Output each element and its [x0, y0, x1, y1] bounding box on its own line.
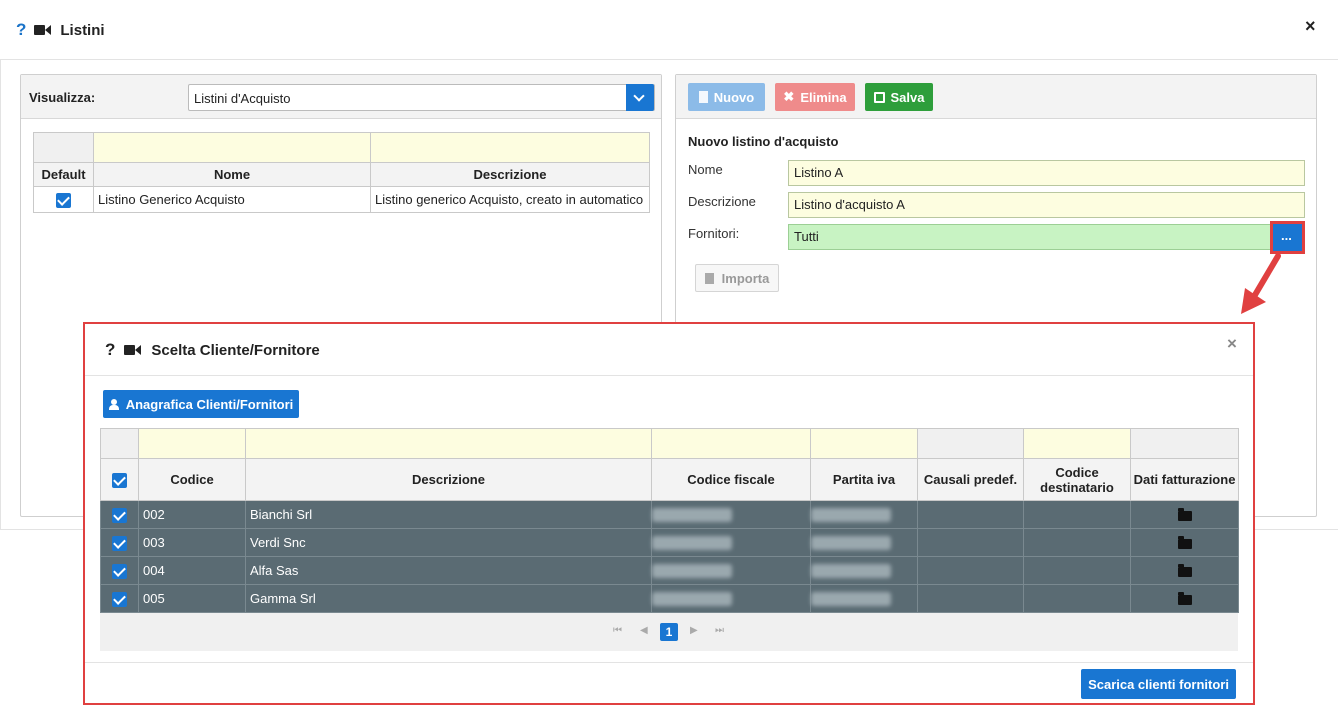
- importa-label: Importa: [721, 270, 770, 286]
- anagrafica-label: Anagrafica Clienti/Fornitori: [125, 396, 294, 412]
- redacted-value: [652, 536, 732, 551]
- video-icon[interactable]: [124, 344, 142, 356]
- modal-title: Scelta Cliente/Fornitore: [151, 341, 320, 359]
- salva-label: Salva: [890, 89, 925, 105]
- section-title: Nuovo listino d'acquisto: [688, 134, 839, 149]
- toolbar: Nuovo ✖ Elimina Salva: [676, 75, 1316, 119]
- col-descrizione[interactable]: Descrizione: [370, 162, 650, 187]
- select-all-checkbox[interactable]: [112, 472, 127, 488]
- table-row[interactable]: 002 Bianchi Srl: [100, 500, 1239, 529]
- col-partita-iva[interactable]: Partita iva: [810, 458, 918, 501]
- browse-label: ...: [1281, 228, 1292, 243]
- help-icon[interactable]: ?: [105, 340, 115, 360]
- scelta-modal: ? Scelta Cliente/Fornitore × Anagrafica …: [83, 322, 1255, 705]
- row-descrizione: Listino generico Acquisto, creato in aut…: [370, 186, 650, 213]
- redacted-value: [652, 564, 732, 579]
- fornitori-field[interactable]: Tutti: [788, 224, 1272, 250]
- salva-button[interactable]: Salva: [865, 83, 933, 111]
- importa-button[interactable]: Importa: [695, 264, 779, 292]
- nuovo-button[interactable]: Nuovo: [688, 83, 765, 111]
- modal-titlebar: ? Scelta Cliente/Fornitore ×: [85, 324, 1253, 376]
- fornitori-table: Codice Descrizione Codice fiscale Partit…: [100, 428, 1239, 613]
- col-nome[interactable]: Nome: [93, 162, 371, 187]
- file-icon: [698, 91, 708, 103]
- folder-icon[interactable]: [1177, 591, 1192, 605]
- table-row[interactable]: 004 Alfa Sas: [100, 556, 1239, 585]
- row-checkbox[interactable]: [112, 535, 127, 551]
- help-icon[interactable]: ?: [16, 20, 26, 40]
- col-codice-destinatario[interactable]: Codice destinatario: [1023, 458, 1131, 501]
- folder-icon[interactable]: [1177, 563, 1192, 577]
- folder-icon[interactable]: [1177, 535, 1192, 549]
- row-checkbox[interactable]: [112, 591, 127, 607]
- chevron-down-icon[interactable]: [626, 84, 654, 111]
- col-causali[interactable]: Causali predef.: [917, 458, 1024, 501]
- scarica-button[interactable]: Scarica clienti fornitori: [1081, 669, 1236, 699]
- nome-field[interactable]: Listino A: [788, 160, 1305, 186]
- fornitori-label: Fornitori:: [688, 226, 740, 241]
- col-default[interactable]: Default: [33, 162, 94, 187]
- row-codice: 002: [138, 500, 246, 529]
- row-codice: 004: [138, 556, 246, 585]
- file-icon: [704, 272, 714, 284]
- nome-label: Nome: [688, 162, 723, 177]
- col-codice-fiscale[interactable]: Codice fiscale: [651, 458, 811, 501]
- row-checkbox[interactable]: [112, 563, 127, 579]
- listini-table: Default Nome Descrizione Listino Generic…: [33, 132, 650, 213]
- visualizza-value: Listini d'Acquisto: [194, 91, 291, 106]
- row-codice: 005: [138, 584, 246, 613]
- window-close-icon[interactable]: ×: [1305, 16, 1316, 37]
- modal-footer-divider: [85, 662, 1253, 663]
- window-title: Listini: [60, 21, 105, 39]
- redacted-value: [811, 564, 891, 579]
- user-icon: [108, 398, 119, 410]
- col-descrizione[interactable]: Descrizione: [245, 458, 652, 501]
- pointer-arrow-icon: [1241, 253, 1281, 314]
- col-codice[interactable]: Codice: [138, 458, 246, 501]
- redacted-value: [811, 508, 891, 523]
- last-page-icon[interactable]: ⏭: [715, 625, 724, 636]
- row-descrizione: Verdi Snc: [245, 528, 652, 557]
- visualizza-bar: Visualizza: Listini d'Acquisto: [21, 75, 661, 119]
- row-descrizione: Alfa Sas: [245, 556, 652, 585]
- redacted-value: [652, 508, 732, 523]
- video-icon[interactable]: [34, 24, 52, 36]
- pager: ⏮ ◀ 1 ▶ ⏭: [100, 613, 1238, 651]
- window-titlebar: ? Listini ×: [0, 0, 1338, 60]
- redacted-value: [652, 592, 732, 607]
- default-checkbox[interactable]: [56, 192, 71, 208]
- row-checkbox[interactable]: [112, 507, 127, 523]
- first-page-icon[interactable]: ⏮: [613, 625, 622, 636]
- elimina-button[interactable]: ✖ Elimina: [775, 83, 855, 111]
- page-1-button[interactable]: 1: [660, 623, 678, 641]
- save-icon: [873, 91, 885, 103]
- redacted-value: [811, 536, 891, 551]
- descrizione-field[interactable]: Listino d'acquisto A: [788, 192, 1305, 218]
- next-page-icon[interactable]: ▶: [690, 625, 698, 636]
- visualizza-select[interactable]: Listini d'Acquisto: [188, 84, 655, 111]
- table-row[interactable]: 003 Verdi Snc: [100, 528, 1239, 557]
- row-descrizione: Gamma Srl: [245, 584, 652, 613]
- col-dati-fatturazione[interactable]: Dati fatturazione: [1130, 458, 1239, 501]
- elimina-label: Elimina: [800, 89, 847, 105]
- modal-close-icon[interactable]: ×: [1227, 334, 1237, 354]
- row-descrizione: Bianchi Srl: [245, 500, 652, 529]
- nuovo-label: Nuovo: [713, 89, 755, 105]
- descrizione-label: Descrizione: [688, 194, 756, 209]
- prev-page-icon[interactable]: ◀: [640, 625, 648, 636]
- visualizza-label: Visualizza:: [29, 90, 96, 105]
- close-icon: ✖: [783, 89, 795, 104]
- redacted-value: [811, 592, 891, 607]
- table-row[interactable]: 005 Gamma Srl: [100, 584, 1239, 613]
- row-nome: Listino Generico Acquisto: [93, 186, 371, 213]
- row-codice: 003: [138, 528, 246, 557]
- table-row[interactable]: Listino Generico Acquisto Listino generi…: [33, 186, 650, 213]
- anagrafica-button[interactable]: Anagrafica Clienti/Fornitori: [103, 390, 299, 418]
- folder-icon[interactable]: [1177, 507, 1192, 521]
